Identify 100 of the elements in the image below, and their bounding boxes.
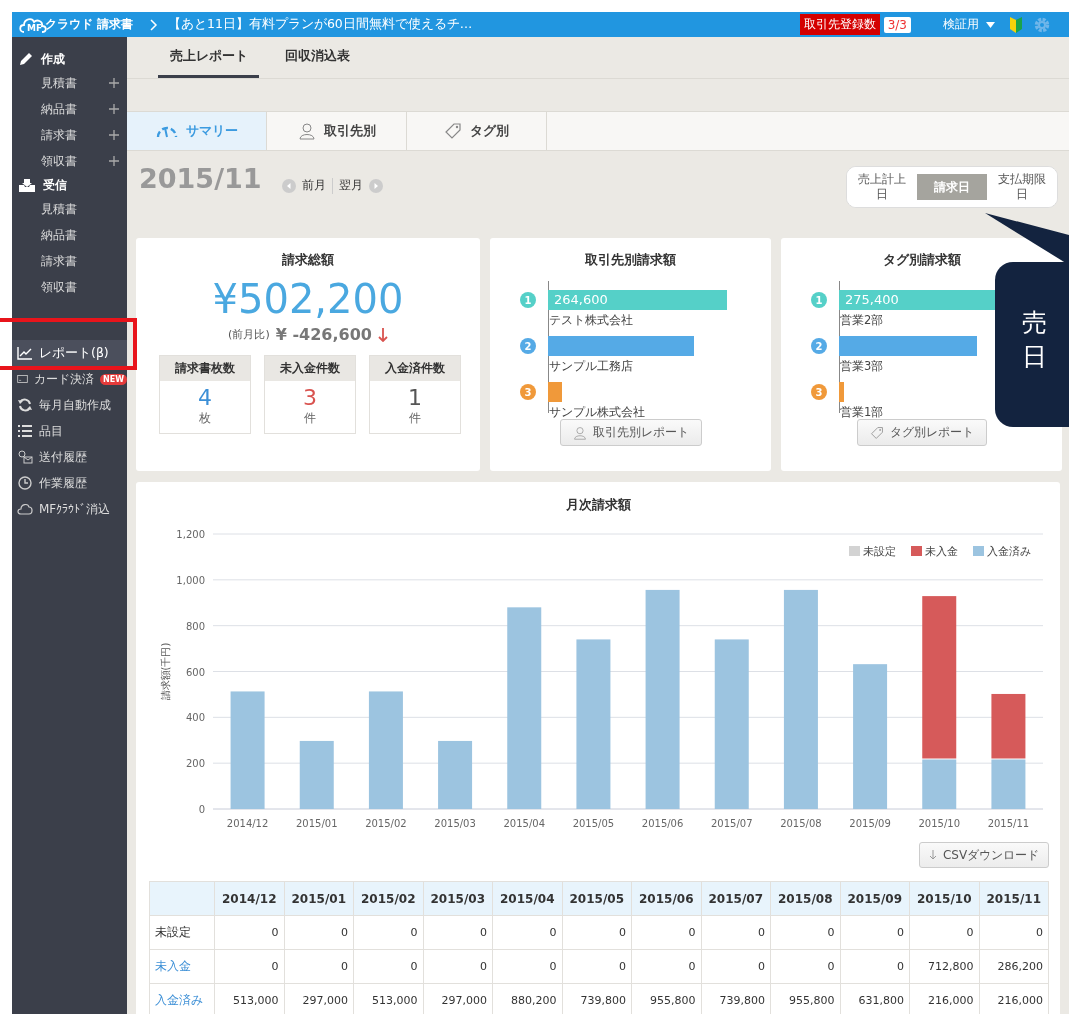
sidebar-item[interactable]: 領収書: [41, 152, 77, 170]
beginner-mark-icon[interactable]: [1009, 15, 1023, 34]
stat-label: 請求書枚数: [160, 356, 250, 381]
table-cell: 0: [631, 915, 701, 950]
total-amount: ¥502,200: [211, 275, 405, 323]
subtab[interactable]: タグ別: [407, 112, 547, 150]
plus-icon[interactable]: [109, 104, 119, 114]
table-cell: 0: [214, 915, 284, 950]
entry-name: サンプル工務店: [549, 359, 633, 373]
subtab[interactable]: 取引先別: [267, 112, 407, 150]
sidebar-item[interactable]: レポート(β): [12, 340, 127, 366]
x-tick-label: 2015/11: [987, 818, 1030, 829]
person-icon: [297, 122, 316, 140]
entry-name: 営業1部: [840, 405, 884, 419]
plus-icon[interactable]: [109, 130, 119, 140]
sidebar-item[interactable]: 納品書: [41, 226, 77, 244]
table-cell: 0: [701, 949, 771, 984]
table-cell: 0: [492, 915, 562, 950]
column-header: 2015/07: [701, 881, 771, 916]
nav-label: 送付履歴: [39, 448, 87, 466]
x-tick-label: 2015/03: [434, 818, 476, 829]
new-badge: NEW: [100, 373, 127, 385]
ranking-bar: [548, 382, 562, 402]
y-tick-label: 600: [185, 666, 205, 678]
table-cell: 0: [631, 949, 701, 984]
table-cell: 712,800: [909, 949, 979, 984]
gauge-icon: [155, 124, 178, 138]
compare-value: ¥ -426,600: [275, 325, 372, 344]
column-header: 2015/05: [562, 881, 632, 916]
table-cell: 0: [423, 915, 493, 950]
sidebar-item[interactable]: 領収書: [41, 278, 77, 296]
legend-label: 未入金: [925, 545, 958, 558]
download-icon: [928, 850, 937, 860]
column-header: 2015/03: [423, 881, 493, 916]
table-cell: 0: [701, 915, 771, 950]
next-month-link[interactable]: 翌月: [338, 177, 363, 194]
plus-icon[interactable]: [109, 156, 119, 166]
y-tick-label: 1,200: [176, 529, 205, 540]
nav-label: 毎月自動作成: [39, 396, 111, 414]
y-tick-label: 0: [198, 804, 205, 815]
sidebar-item[interactable]: 品目: [12, 418, 127, 444]
sidebar-item[interactable]: 請求書: [41, 126, 77, 144]
legend-label: 入金済み: [987, 545, 1031, 558]
sidebar-item[interactable]: 見積書: [41, 74, 77, 92]
table-cell: 0: [492, 949, 562, 984]
app-name: クラウド 請求書: [45, 16, 134, 33]
column-header: 2015/11: [979, 881, 1049, 916]
table-cell: 286,200: [979, 949, 1049, 984]
sidebar-item[interactable]: 毎月自動作成: [12, 392, 127, 418]
stat-label: 入金済件数: [370, 356, 460, 381]
table-cell: 0: [770, 915, 840, 950]
card-title: タグ別請求額: [881, 251, 962, 269]
y-tick-label: 200: [185, 758, 205, 770]
x-tick-label: 2015/09: [849, 818, 891, 829]
y-tick-label: 800: [185, 620, 205, 632]
sidebar-item[interactable]: カード決済 NEW: [12, 366, 127, 392]
legend-item: 未設定: [849, 545, 896, 558]
column-header: 2015/01: [284, 881, 354, 916]
refresh-icon: [17, 398, 33, 412]
sidebar-item[interactable]: 作業履歴: [12, 470, 127, 496]
table-cell: 0: [353, 915, 423, 950]
legend-item: 未入金: [911, 545, 958, 558]
bar-value: 275,400: [845, 292, 899, 307]
rank-badge: 1: [520, 292, 536, 308]
cloud-logo-icon: [18, 15, 48, 34]
plus-icon[interactable]: [109, 78, 119, 88]
sidebar-item[interactable]: 見積書: [41, 200, 77, 218]
report-button[interactable]: タグ別レポート: [856, 419, 987, 446]
inbox-icon: [19, 178, 35, 192]
tag-icon: [869, 425, 884, 440]
section-title: 作成: [41, 50, 65, 68]
sidebar-item[interactable]: 請求書: [41, 252, 77, 270]
table-cell: 0: [840, 949, 910, 984]
row-label: 未設定: [155, 925, 191, 939]
entry-name: サンプル株式会社: [549, 405, 645, 419]
stat-unit: 件: [303, 410, 317, 427]
y-axis-title: 請求額(千円): [160, 642, 171, 701]
stat-value: 3: [302, 386, 318, 410]
nav-label: カード決済: [34, 370, 94, 388]
report-button[interactable]: 取引先別レポート: [559, 419, 702, 446]
sidebar-item[interactable]: MFｸﾗｳﾄﾞ消込: [12, 496, 127, 522]
sidebar-item[interactable]: 送付履歴: [12, 444, 127, 470]
compare-label: (前月比): [228, 327, 270, 342]
column-header: 2015/08: [770, 881, 840, 916]
stat-value: 1: [407, 386, 423, 410]
logo-mark: MF: [27, 22, 43, 33]
table-cell: 0: [979, 915, 1049, 950]
x-tick-label: 2015/04: [503, 818, 545, 829]
list-icon: [17, 424, 33, 438]
tab[interactable]: 売上レポート: [158, 37, 259, 78]
entry-name: テスト株式会社: [549, 313, 633, 327]
previous-month-link[interactable]: 前月: [301, 177, 326, 194]
bar: [299, 740, 334, 809]
table-cell: 0: [562, 949, 632, 984]
x-tick-label: 2015/02: [365, 818, 407, 829]
legend-label: 未設定: [863, 545, 896, 558]
csv-download-button[interactable]: CSVダウンロード: [919, 842, 1049, 868]
sidebar-item[interactable]: 納品書: [41, 100, 77, 118]
tab[interactable]: 回収消込表: [259, 37, 376, 78]
x-tick-label: 2015/06: [641, 818, 684, 829]
